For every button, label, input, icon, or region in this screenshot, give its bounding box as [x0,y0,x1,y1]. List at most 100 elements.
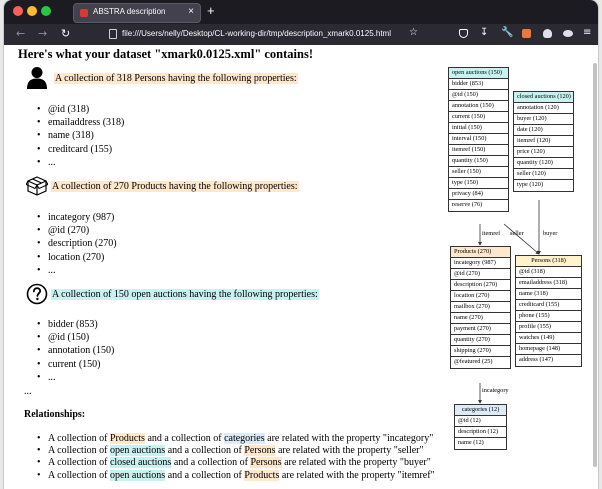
edge-label-incategory: incategory [482,387,509,394]
pocket-icon[interactable] [459,29,468,38]
reload-icon[interactable]: ↻ [61,27,70,40]
list-item: annotation (150) [37,344,114,357]
arrow-right-icon[interactable]: → [38,27,47,40]
collection-open-auctions-header: A collection of 150 open auctions having… [26,281,319,307]
extension-icon[interactable] [522,29,531,38]
wrench-icon[interactable]: 🔧 [501,27,513,38]
list-item: @id (270) [37,224,117,237]
table-row: type (150) [449,178,508,189]
person-icon [27,67,47,89]
table-row: quantity (150) [449,156,508,167]
list-item: emailaddress (318) [37,116,124,129]
mask-icon[interactable] [563,30,573,37]
rel-text: and a collection of [165,469,245,481]
vertical-scrollbar[interactable] [593,63,597,467]
rel-text: and a collection of [144,433,225,444]
shield-icon[interactable] [543,29,552,38]
list-item: @id (150) [37,331,114,344]
table-row: type (120) [517,181,544,188]
table-row: privacy (84) [449,189,508,200]
rel-text: are related with the property "itemref" [279,469,435,481]
table-row: payment (270) [451,324,510,335]
rel-collection-a: closed auctions [109,457,172,469]
table-row: phone (155) [516,311,581,322]
table-row: bidder (853) [449,79,508,90]
table-row: @featured (25) [454,358,493,365]
close-tab-icon[interactable]: × [188,6,194,17]
table-row: mailbox (270) [451,302,510,313]
list-item: location (270) [37,251,117,264]
table-row: emailaddress (318) [516,278,581,289]
relationship-item: A collection of open auctions and a coll… [37,445,435,458]
rel-collection-a: open auctions [109,445,166,457]
new-tab-button[interactable]: + [207,3,215,18]
table-row: creditcard (155) [516,300,581,311]
table-row: @id (12) [455,416,506,427]
list-item: current (150) [37,358,114,371]
table-header: Persons (318) [516,256,581,267]
rel-text: are related with the property "buyer" [281,457,431,469]
table-row: reserve (76) [452,201,483,208]
table-row: @id (318) [516,267,581,278]
navigation-toolbar: ← → ↻ file:///Users/nelly/Desktop/CL-wor… [4,24,598,45]
table-row: description (270) [451,280,510,291]
list-item: ... [37,156,124,169]
table-row: name (270) [451,313,510,324]
collection-persons-header: A collection of 318 Persons having the f… [26,65,298,91]
arrow-left-icon[interactable]: ← [16,27,25,40]
more-collections-ellipsis: ... [24,386,32,397]
edge-label-seller: seller [510,230,524,237]
download-icon[interactable]: ↧ [480,27,489,38]
page-content: Here's what your dataset "xmark0.0125.xm… [4,45,598,489]
tab-abstra-description[interactable]: ABSTRA description × [73,3,201,23]
list-item: creditcard (155) [37,143,124,156]
rel-collection-a: open auctions [109,469,166,481]
table-row: incategory (987) [451,258,510,269]
close-window-button[interactable] [13,6,23,16]
table-row: interval (150) [449,134,508,145]
table-row: quantity (270) [451,335,510,346]
zoom-window-button[interactable] [41,6,51,16]
rel-collection-b: categories [224,433,265,444]
url-text[interactable]: file:///Users/nelly/Desktop/CL-working-d… [122,29,391,38]
table-header: Products (270) [451,247,510,258]
collection-label: A collection of 150 open auctions having… [51,288,319,300]
persons-property-list: @id (318) emailaddress (318) name (318) … [37,103,124,169]
rel-text: are related with the property "seller" [275,445,424,457]
url-bar[interactable]: file:///Users/nelly/Desktop/CL-working-d… [104,26,428,43]
table-row: price (120) [514,147,573,158]
table-row: annotation (150) [449,101,508,112]
table-row: watches (149) [516,333,581,344]
minimize-window-button[interactable] [27,6,37,16]
table-persons: Persons (318) @id (318) emailaddress (31… [515,255,582,367]
table-categories: categories (12) @id (12) description (12… [454,404,507,450]
rel-collection-a: Products [109,433,145,444]
relationships-list: A collection of Products and a collectio… [37,433,435,482]
table-row: address (147) [519,356,554,363]
edge-label-buyer: buyer [543,230,558,237]
hamburger-menu-icon[interactable]: ≡ [583,27,593,39]
relationship-item: A collection of closed auctions and a co… [37,457,435,470]
rel-text: and a collection of [165,445,245,457]
table-row: name (318) [516,289,581,300]
star-icon[interactable]: ☆ [409,27,418,38]
table-header: closed auctions (120) [514,92,573,103]
table-header: categories (12) [455,405,506,416]
list-item: incategory (987) [37,211,117,224]
relationship-item: A collection of open auctions and a coll… [37,469,435,482]
table-row: description (12) [455,427,506,438]
table-closed-auctions: closed auctions (120) annotation (120) b… [513,91,574,192]
table-row: name (12) [458,439,484,446]
rel-text: are related with the property "incategor… [264,433,434,444]
relationships-heading: Relationships: [24,409,86,420]
table-row: @id (150) [449,90,508,101]
schema-diagram: open auctions (150) bidder (853) @id (15… [444,67,596,461]
table-row: homepage (148) [516,344,581,355]
edge-label-itemref: itemref [482,230,501,237]
table-row: @id (270) [451,269,510,280]
tab-title: ABSTRA description [93,7,166,16]
table-row: initial (150) [449,123,508,134]
favicon-icon [80,9,88,17]
table-row: profile (155) [516,322,581,333]
table-row: annotation (120) [514,103,573,114]
